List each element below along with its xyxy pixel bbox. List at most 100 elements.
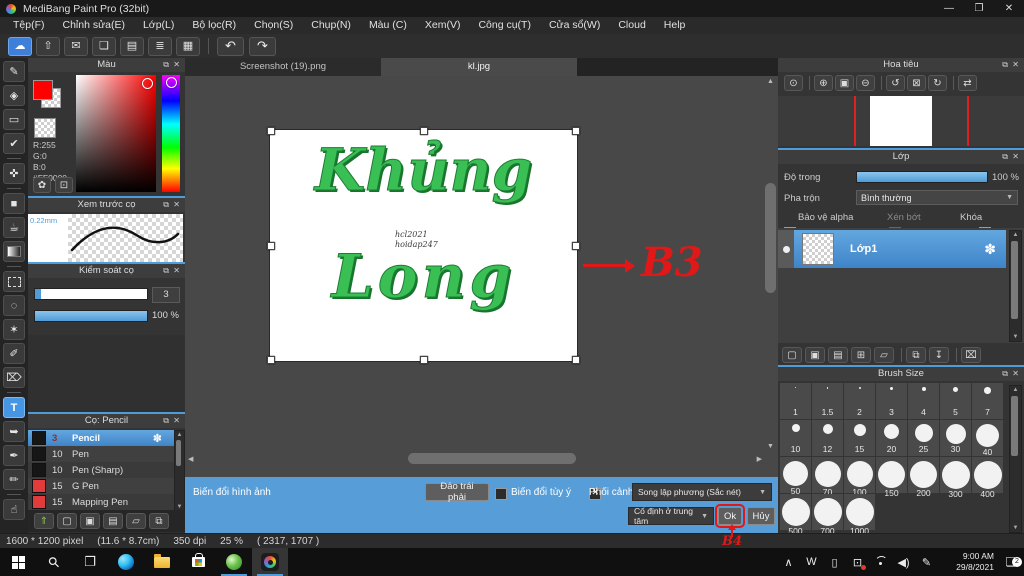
hue-picker[interactable] [162,75,180,192]
brush-size-cell[interactable]: 150 [876,457,907,498]
blend-dropdown[interactable]: Bình thường ▼ [856,190,1018,205]
brush-size-cell[interactable]: 20 [876,420,907,456]
anchor-dropdown[interactable]: Cố định ở trung tâm ▼ [628,506,714,526]
store-app[interactable] [180,548,216,576]
free-transform-checkbox[interactable] [495,488,507,500]
close-button[interactable]: ✕ [994,3,1024,14]
hue-indicator[interactable] [166,77,177,88]
tool-brush[interactable]: ✎ [3,61,25,82]
tool-gradient[interactable] [3,241,25,262]
panel-close-icon[interactable]: ✕ [173,58,180,72]
menu-item[interactable]: Cloud [609,17,654,34]
palette-button[interactable]: ✿ [33,177,51,193]
flip-horizontal-button[interactable]: Đảo trái phải [425,481,489,503]
delete-layer-icon[interactable]: ⌧ [961,347,981,363]
brush-folder-icon[interactable]: ▱ [126,513,146,529]
tool-fill-rect[interactable]: ■ [3,193,25,214]
opacity-slider[interactable] [856,171,988,183]
menu-item[interactable]: Xem(V) [416,17,470,34]
new-layer-icon[interactable]: ▢ [782,347,802,363]
tray-wifi-icon[interactable] [869,556,892,569]
layer-name[interactable]: Lớp1 [850,243,877,255]
menu-item[interactable]: Màu (C) [360,17,416,34]
brush-settings-icon[interactable]: ✽ [153,432,162,445]
panel-popout-icon[interactable]: ⧉ [1002,367,1008,381]
layer-row[interactable]: Lớp1 ✽ [778,230,1006,268]
saturation-value-picker[interactable] [76,75,156,192]
tray-chevron-icon[interactable]: ∧ [777,556,800,569]
medibang-app[interactable] [252,548,288,576]
menu-item[interactable]: Chụp(N) [302,17,360,34]
selection-handle[interactable] [420,127,428,135]
cloud-sync-icon[interactable]: ☁ [8,36,32,56]
selection-handle[interactable] [267,356,275,364]
panel-layout-icon[interactable]: ▦ [176,36,200,56]
tool-select[interactable] [3,271,25,292]
panel-popout-icon[interactable]: ⧉ [163,414,169,428]
tool-text[interactable]: T [3,397,25,418]
brush-size-cell[interactable]: 300 [940,457,971,499]
brush-opacity-slider[interactable] [34,310,148,322]
tool-eyedropper[interactable]: ✒ [3,445,25,466]
brush-size-cell[interactable]: 2 [844,383,875,419]
brush-size-cell[interactable]: 3 [876,383,907,419]
tool-bucket[interactable]: ☕ [3,217,25,238]
panel-close-icon[interactable]: ✕ [1012,150,1019,164]
tool-hand[interactable]: ☝ [3,499,25,520]
transparent-color-swatch[interactable] [34,118,56,138]
tool-control-point[interactable]: ✔ [3,133,25,154]
brush-size-cell[interactable]: 12 [812,420,843,456]
rotate-left-icon[interactable]: ↺ [886,75,905,91]
new-brush-icon[interactable]: ▢ [57,513,77,529]
panel-popout-icon[interactable]: ⧉ [163,58,169,72]
rotate-right-icon[interactable]: ↻ [928,75,947,91]
start-button[interactable] [0,548,36,576]
tray-battery-icon[interactable]: ▯ [823,556,846,569]
taskbar-clock[interactable]: 9:00 AM 29/8/2021 [942,551,994,573]
task-view-button[interactable]: ❐ [72,548,108,576]
foreground-color-swatch[interactable] [33,80,53,100]
brush-list-scrollbar[interactable]: ▲ ▼ [174,430,185,512]
material-list-icon[interactable]: ≣ [148,36,172,56]
add-layer-icon[interactable]: ⊞ [851,347,871,363]
layer-folder-icon[interactable]: ▱ [874,347,894,363]
brush-size-cell[interactable]: 30 [940,420,971,456]
brush-size-cell[interactable]: 40 [972,420,1003,457]
cancel-button[interactable]: Hủy [747,507,775,525]
menu-item[interactable]: Bộ lọc(R) [183,17,245,34]
duplicate-layer-icon[interactable]: ⧉ [906,347,926,363]
search-button[interactable]: ⚲ [36,548,72,576]
selection-handle[interactable] [572,356,580,364]
color-history-button[interactable]: ⊡ [55,177,73,193]
tab-document-2[interactable]: kl.jpg [381,58,577,76]
panel-popout-icon[interactable]: ⧉ [1002,58,1008,72]
brush-from-image-icon[interactable]: ▣ [80,513,100,529]
tool-move[interactable]: ✜ [3,163,25,184]
brush-script-icon[interactable]: ▤ [103,513,123,529]
menu-item[interactable]: Lớp(L) [134,17,183,34]
minimize-button[interactable]: — [934,3,964,14]
tray-display-icon[interactable]: ⊡ [846,556,869,570]
panel-popout-icon[interactable]: ⧉ [163,264,169,278]
menu-item[interactable]: Help [655,17,695,34]
edge-app[interactable] [108,548,144,576]
panel-close-icon[interactable]: ✕ [173,198,180,212]
panel-close-icon[interactable]: ✕ [173,414,180,428]
brush-download-icon[interactable]: ⇑ [34,513,54,529]
green-app[interactable] [216,548,252,576]
new-8bit-layer-icon[interactable]: ▣ [805,347,825,363]
horizontal-scrollbar[interactable]: ◀ ▶ [188,452,762,465]
zoom-actual-icon[interactable]: ⊙ [784,75,803,91]
tool-select-pen[interactable]: ✐ [3,343,25,364]
notification-center-button[interactable]: ❏ 2 [998,555,1024,569]
brush-size-cell[interactable]: 70 [812,457,843,497]
redo-icon[interactable]: ↷ [249,36,276,56]
brush-item[interactable]: 15 Mapping Pen [28,494,174,510]
tool-measure[interactable]: ✏ [3,469,25,490]
document-icon[interactable]: ▤ [120,36,144,56]
brush-size-cell[interactable]: 4 [908,383,939,419]
layer-list-scrollbar[interactable]: ▲ ▼ [1009,230,1022,342]
layer-thumbnail[interactable] [802,233,834,265]
ok-button[interactable]: Ok [715,504,745,528]
undo-icon[interactable]: ↶ [217,36,244,56]
